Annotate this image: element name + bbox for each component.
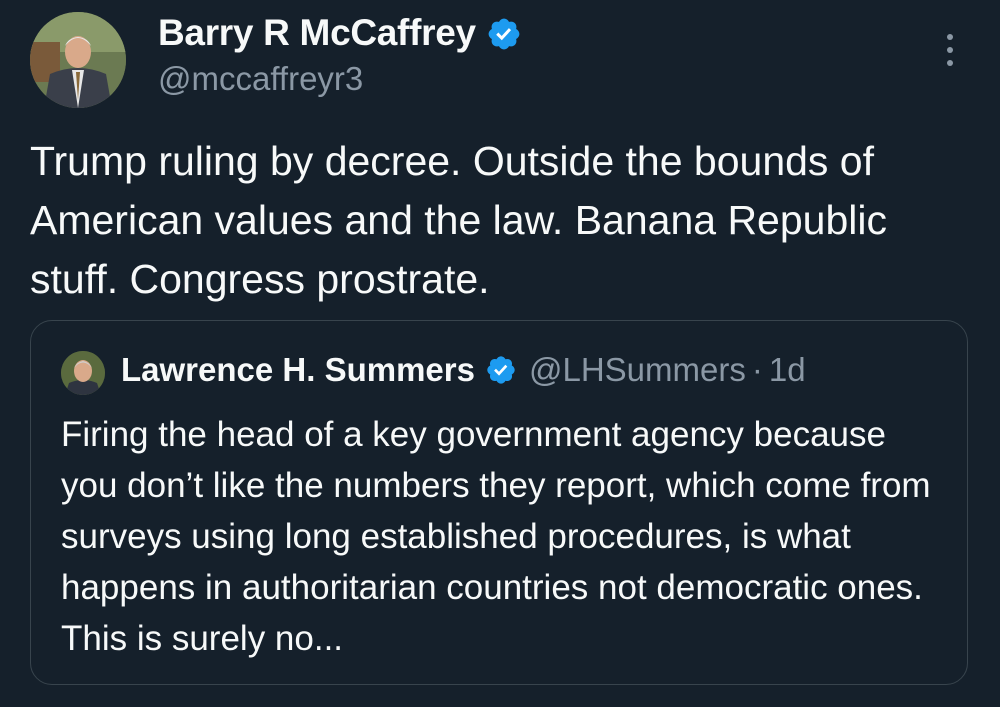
more-dot [947,34,953,40]
quoted-author-avatar[interactable] [61,351,105,395]
more-options-icon[interactable] [938,34,962,66]
author-avatar[interactable] [30,12,126,108]
quoted-tweet-card[interactable]: Lawrence H. Summers @LHSummers · 1d Firi… [30,320,968,685]
author-name[interactable]: Barry R McCaffrey [158,12,476,54]
verified-badge-icon [488,18,520,50]
quoted-author-name[interactable]: Lawrence H. Summers [121,351,475,389]
more-dot [947,47,953,53]
quoted-timestamp[interactable]: 1d [769,351,806,389]
quoted-author-handle[interactable]: @LHSummers [529,351,746,389]
avatar-portrait [30,12,126,108]
more-dot [947,60,953,66]
quoted-avatar-portrait [61,351,105,395]
author-name-row: Barry R McCaffrey [158,12,522,54]
author-handle[interactable]: @mccaffreyr3 [158,60,363,98]
quoted-tweet-text: Firing the head of a key government agen… [61,415,931,658]
verified-badge-icon [487,356,515,384]
separator-dot: · [751,351,763,388]
tweet-text: Trump ruling by decree. Outside the boun… [30,138,887,302]
quoted-header: Lawrence H. Summers @LHSummers · 1d [121,351,806,389]
